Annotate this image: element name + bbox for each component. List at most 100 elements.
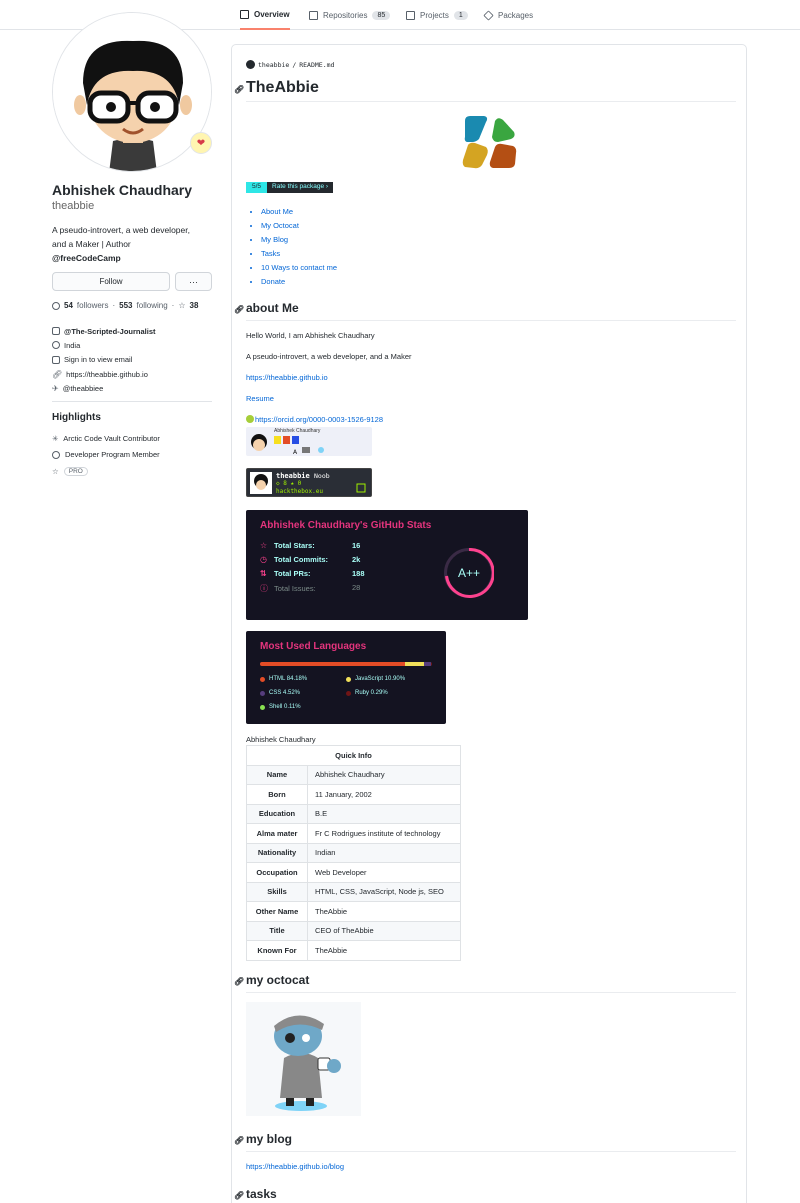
toc-item-donate[interactable]: Donate — [261, 277, 337, 291]
profile-details: @The-Scripted-Journalist India Sign in t… — [52, 324, 212, 395]
tab-packages[interactable]: Packages — [483, 0, 534, 30]
star-icon: ☆ — [52, 466, 59, 476]
tab-repositories[interactable]: Repositories 85 — [309, 0, 391, 30]
anchor-link-icon[interactable]: 🔗︎ — [234, 1191, 244, 1200]
table-cell-value: Abhishek Chaudhary — [307, 764, 461, 785]
tab-label: Repositories — [323, 10, 368, 20]
table-row: Nationality Indian — [246, 842, 461, 863]
location-text: India — [64, 340, 81, 350]
lang-dot — [260, 690, 265, 696]
following-label[interactable]: following — [137, 301, 168, 310]
profile-bio: A pseudo-introvert, a web developer, and… — [52, 223, 212, 265]
toc-item-blog[interactable]: My Blog — [261, 235, 337, 249]
heart-status-icon[interactable]: ❤ — [190, 132, 212, 154]
followers-label[interactable]: followers — [77, 301, 109, 310]
toc-item-tasks[interactable]: Tasks — [261, 249, 337, 263]
twitter-link[interactable]: @theabbiee — [63, 384, 104, 393]
detail-twitter: ✈ @theabbiee — [52, 381, 212, 395]
detail-email: Sign in to view email — [52, 353, 212, 367]
toc-item-octocat[interactable]: My Octocat — [261, 221, 337, 235]
table-row: Other Name TheAbbie — [246, 901, 461, 922]
tab-label: Packages — [498, 10, 534, 20]
dot-separator: · — [112, 301, 116, 310]
detail-organization: @The-Scripted-Journalist — [52, 324, 212, 338]
hackthebox-badge[interactable]: theabbie Noob ◇ 8 ★ 0 hackthebox.eu — [246, 468, 372, 497]
anchor-link-icon[interactable]: 🔗︎ — [234, 85, 244, 94]
website-link[interactable]: https://theabbie.github.io — [246, 373, 328, 382]
stats-value: 2k — [352, 555, 361, 564]
quick-info-caption: Abhishek Chaudhary — [246, 735, 316, 744]
following-count[interactable]: 553 — [119, 301, 132, 310]
table-cell-value: CEO of TheAbbie — [307, 920, 461, 941]
email-signin-link[interactable]: Sign in to view email — [64, 355, 132, 364]
bio-org-link[interactable]: @freeCodeCamp — [52, 253, 121, 263]
breadcrumb: theabbie / README.md — [246, 60, 334, 69]
table-row: Born 11 January, 2002 — [246, 784, 461, 805]
website-link-text[interactable]: https://theabbie.github.io — [246, 373, 328, 382]
heading-text: my blog — [246, 1132, 293, 1146]
table-of-contents: About Me My Octocat My Blog Tasks 10 Way… — [261, 207, 337, 291]
follow-button[interactable]: Follow — [52, 272, 170, 291]
stars-count[interactable]: 38 — [190, 301, 199, 310]
blog-link[interactable]: https://theabbie.github.io/blog — [246, 1162, 344, 1171]
detail-website: 🔗︎ https://theabbie.github.io — [52, 367, 212, 381]
github-stats-card[interactable]: Abhishek Chaudhary's GitHub Stats ☆ Total… — [246, 510, 528, 620]
package-icon — [483, 9, 494, 21]
avatar[interactable] — [52, 12, 212, 172]
breadcrumb-file[interactable]: README.md — [299, 61, 334, 69]
heading-text: about Me — [246, 301, 299, 315]
followers-count[interactable]: 54 — [64, 301, 73, 310]
rating-value: 5/5 — [246, 182, 268, 193]
resume-link-text[interactable]: Resume — [246, 394, 274, 403]
pro-badge[interactable]: PRO — [63, 466, 88, 476]
table-cell-value: Indian — [307, 842, 461, 863]
twitter-icon: ✈ — [52, 383, 59, 393]
lang-legend-item: CSS 4.52% — [260, 690, 300, 696]
table-cell-key: Born — [246, 784, 308, 805]
detail-location: India — [52, 338, 212, 352]
tab-label: Projects — [420, 10, 449, 20]
table-cell-value: TheAbbie — [307, 940, 461, 961]
blog-link-text[interactable]: https://theabbie.github.io/blog — [246, 1162, 344, 1171]
tab-overview[interactable]: Overview — [240, 0, 290, 30]
more-options-button[interactable]: ··· — [175, 272, 212, 291]
breadcrumb-user[interactable]: theabbie — [258, 61, 289, 69]
sidebar-divider — [52, 401, 212, 402]
orcid-link[interactable]: https://orcid.org/0000-0003-1526-9128 — [246, 415, 383, 424]
lang-legend-item: Shell 0.11% — [260, 704, 301, 710]
rating-label: Rate this package › — [267, 182, 334, 193]
website-link[interactable]: https://theabbie.github.io — [66, 370, 148, 379]
lang-dot — [260, 676, 265, 682]
table-cell-key: Nationality — [246, 842, 308, 863]
issue-icon: ⓘ — [260, 584, 268, 593]
anchor-link-icon[interactable]: 🔗︎ — [234, 305, 244, 314]
top-languages-card[interactable]: Most Used Languages HTML 84.18% JavaScri… — [246, 631, 446, 724]
orcid-link-text[interactable]: https://orcid.org/0000-0003-1526-9128 — [255, 415, 383, 424]
highlight-label[interactable]: Arctic Code Vault Contributor — [63, 434, 160, 443]
toc-item-about[interactable]: About Me — [261, 207, 337, 221]
highlights-title: Highlights — [52, 412, 101, 423]
resume-link[interactable]: Resume — [246, 394, 274, 403]
mail-icon — [52, 355, 60, 364]
tab-projects[interactable]: Projects 1 — [406, 0, 468, 30]
htb-stats: ◇ 8 ★ 0 — [276, 480, 302, 487]
lang-dot — [346, 690, 351, 696]
organization-link[interactable]: @The-Scripted-Journalist — [64, 327, 156, 336]
stats-value: 16 — [352, 541, 361, 550]
github-mini-card[interactable]: A Abhishek Chaudhary — [246, 427, 372, 456]
anchor-link-icon[interactable]: 🔗︎ — [234, 1136, 244, 1145]
toc-item-contact[interactable]: 10 Ways to contact me — [261, 263, 337, 277]
octocat-image — [246, 1002, 361, 1116]
breadcrumb-separator: / — [292, 60, 297, 69]
anchor-link-icon[interactable]: 🔗︎ — [234, 977, 244, 986]
target-icon — [52, 450, 60, 459]
profile-username: theabbie — [52, 200, 95, 212]
rate-package-badge[interactable]: 5/5 Rate this package › — [246, 182, 334, 193]
location-icon — [52, 341, 60, 350]
table-row: Education B.E — [246, 803, 461, 824]
table-cell-value: Fr C Rodrigues institute of technology — [307, 823, 461, 844]
grade-text: A++ — [457, 566, 481, 580]
bio-line: and a Maker | Author — [52, 239, 131, 249]
highlight-label[interactable]: Developer Program Member — [65, 450, 160, 459]
mini-card-name: Abhishek Chaudhary — [274, 428, 321, 434]
